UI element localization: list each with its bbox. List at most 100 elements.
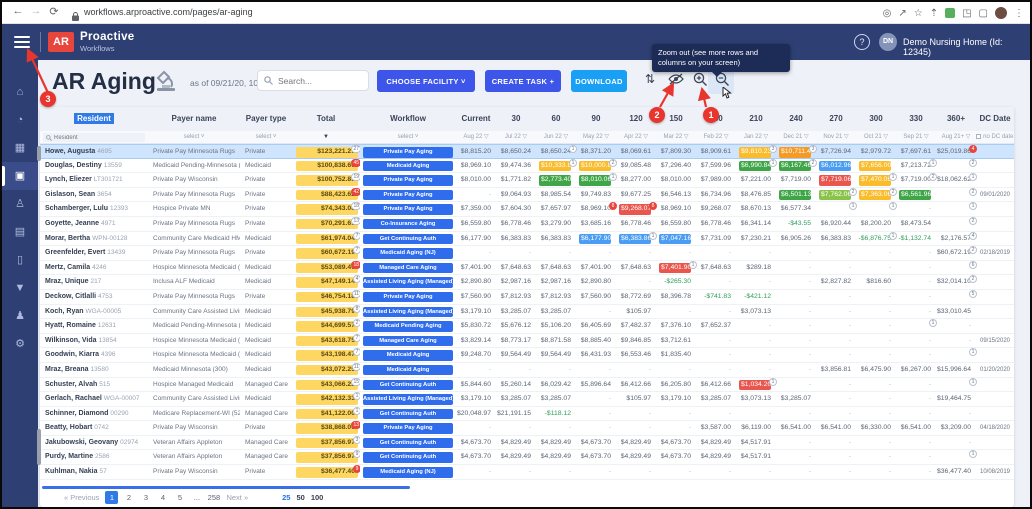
aging-cell[interactable]: - — [816, 436, 856, 451]
total-cell[interactable]: $61,974.047 — [292, 232, 360, 247]
aging-cell[interactable]: $8,772.69 — [616, 290, 656, 305]
total-cell[interactable]: $123,221.2927 — [292, 145, 360, 160]
aging-cell[interactable]: $2,987.16 — [536, 275, 576, 290]
aging-cell[interactable]: $8,885.40 — [576, 334, 616, 349]
aging-cell[interactable]: -$1,132.74 — [896, 232, 936, 247]
aging-cell[interactable]: $3,073.13 — [736, 392, 776, 407]
date-filter-oct-21[interactable]: Oct 21 ▽ — [856, 131, 896, 144]
resident-filter-input[interactable] — [43, 133, 145, 142]
sidebar-item-filters[interactable]: ▼ — [2, 274, 38, 302]
aging-cell[interactable]: - — [696, 275, 736, 290]
aging-cell[interactable]: $8,010.061 — [576, 173, 616, 188]
aging-cell[interactable]: $3,179.10 — [456, 305, 496, 320]
total-cell[interactable]: $36,477.409 — [292, 465, 360, 480]
aging-cell[interactable]: $5,260.14 — [496, 378, 536, 393]
aging-cell[interactable]: $6,341.14 — [736, 217, 776, 232]
aging-cell[interactable]: - — [616, 465, 656, 480]
workflow-button[interactable]: Private Pay Aging — [363, 147, 453, 158]
aging-cell[interactable]: $4,673.70 — [456, 436, 496, 451]
aging-cell[interactable]: $6,559.80 — [656, 217, 696, 232]
workflow-button[interactable]: Medicaid Aging (NJ) — [363, 467, 453, 478]
aging-cell[interactable]: 1 — [856, 202, 896, 217]
aging-cell[interactable]: $6,383.83 — [496, 232, 536, 247]
aging-cell[interactable]: - — [776, 378, 816, 393]
browser-back-icon[interactable]: ← — [10, 5, 26, 17]
aging-cell[interactable]: $6,412.66 — [696, 378, 736, 393]
sort-icon[interactable]: ⇅ — [641, 72, 659, 90]
aging-cell[interactable]: $7,221.00 — [736, 173, 776, 188]
aging-cell[interactable]: $7,719.00 — [776, 173, 816, 188]
select-filter-dropdown[interactable]: select ˅ — [148, 131, 240, 144]
aging-cell[interactable]: - — [896, 290, 936, 305]
extension-icon[interactable] — [945, 8, 955, 18]
aging-cell[interactable]: 6 — [936, 261, 976, 276]
vertical-scrollbar-thumb[interactable] — [37, 146, 41, 161]
aging-cell[interactable]: - — [496, 465, 536, 480]
aging-cell[interactable]: $8,371.20 — [576, 145, 616, 160]
total-cell[interactable]: $53,089.4018 — [292, 261, 360, 276]
workflow-button[interactable]: Co-Insurance Aging — [363, 219, 453, 230]
choose-facility-button[interactable]: CHOOSE FACILITY ˅ — [377, 70, 475, 92]
aging-cell[interactable]: $6,501.13 — [776, 188, 816, 203]
workflow-button[interactable]: Get Continuing Auth — [363, 409, 453, 420]
aging-cell[interactable]: - — [496, 246, 536, 261]
aging-cell[interactable]: $4,517.91 — [736, 436, 776, 451]
aging-cell[interactable]: - — [656, 246, 696, 261]
aging-cell[interactable]: $3,285.07 — [696, 392, 736, 407]
aging-cell[interactable]: $8,277.00 — [616, 173, 656, 188]
aging-cell[interactable]: $4,829.49 — [616, 436, 656, 451]
aging-cell[interactable]: - — [536, 421, 576, 436]
sidebar-item-home[interactable]: ⌂ — [2, 78, 38, 106]
aging-cell[interactable]: $8,909.61 — [696, 145, 736, 160]
aging-cell[interactable]: $105.97 — [616, 392, 656, 407]
browser-bookmark-icon[interactable]: ☆ — [914, 8, 923, 19]
aging-cell[interactable]: - — [896, 378, 936, 393]
select-filter-dropdown[interactable]: select ˅ — [360, 131, 456, 144]
table-row[interactable]: Lynch, Eliezer LT301721Private Pay Wisco… — [40, 173, 1014, 188]
aging-cell[interactable]: $8,969.10 — [656, 202, 696, 217]
aging-cell[interactable]: - — [656, 363, 696, 378]
aging-cell[interactable]: $5,106.20 — [536, 319, 576, 334]
aging-cell[interactable]: - — [656, 305, 696, 320]
table-row[interactable]: Mertz, Camila 4246Hospice Minnesota Medi… — [40, 261, 1014, 276]
aging-cell[interactable]: 1 — [896, 319, 936, 334]
table-row[interactable]: Gerlach, Rachael WGA-00007Community Care… — [40, 392, 1014, 407]
aging-cell[interactable]: $4,673.70 — [656, 436, 696, 451]
aging-cell[interactable]: $7,401.901 — [656, 261, 696, 276]
total-cell[interactable]: $38,868.0013 — [292, 421, 360, 436]
column-header-30[interactable]: 30 — [496, 107, 536, 131]
total-cell[interactable]: $47,149.144 — [292, 275, 360, 290]
workflow-button[interactable]: Private Pay Aging — [363, 190, 453, 201]
browser-share-icon[interactable]: ↗ — [898, 8, 906, 19]
aging-cell[interactable]: $8,773.17 — [496, 334, 536, 349]
aging-cell[interactable]: $7,726.94 — [816, 145, 856, 160]
aging-cell[interactable]: - — [656, 407, 696, 422]
select-filter-dropdown[interactable]: select ˅ — [240, 131, 292, 144]
aging-cell[interactable]: $9,677.25 — [616, 188, 656, 203]
aging-cell[interactable]: - — [776, 334, 816, 349]
column-header-dc-date[interactable]: DC Date — [976, 107, 1014, 131]
aging-cell[interactable]: $7,560.90 — [576, 290, 616, 305]
date-filter-aug-21-[interactable]: Aug 21+ ▽ — [936, 131, 976, 144]
aging-cell[interactable]: $8,871.58 — [536, 334, 576, 349]
aging-cell[interactable]: - — [896, 436, 936, 451]
aging-cell[interactable]: $9,564.49 — [536, 348, 576, 363]
aging-cell[interactable]: - — [736, 319, 776, 334]
total-cell[interactable]: $46,754.1811 — [292, 290, 360, 305]
aging-cell[interactable]: $7,560.90 — [456, 290, 496, 305]
aging-cell[interactable]: $6,330.00 — [856, 421, 896, 436]
aging-cell[interactable]: $9,085.48 — [616, 159, 656, 174]
aging-cell[interactable]: $2,979.72 — [856, 145, 896, 160]
aging-cell[interactable]: - — [896, 465, 936, 480]
workflow-button[interactable]: Managed Care Aging — [363, 336, 453, 347]
aging-cell[interactable]: $7,047.16 — [656, 232, 696, 247]
aging-cell[interactable]: $2,773.40 — [536, 173, 576, 188]
aging-cell[interactable]: $5,676.12 — [496, 319, 536, 334]
date-filter-sep-21[interactable]: Sep 21 ▽ — [896, 131, 936, 144]
workflow-button[interactable]: Assisted Living Aging (Managed) — [363, 277, 453, 288]
total-cell[interactable]: $41,122.001 — [292, 407, 360, 422]
aging-cell[interactable]: $8,969.10 — [456, 159, 496, 174]
column-header-workflow[interactable]: Workflow — [360, 107, 456, 131]
aging-cell[interactable]: $2,176.574 — [936, 232, 976, 247]
total-cell[interactable]: $74,343.0818 — [292, 202, 360, 217]
